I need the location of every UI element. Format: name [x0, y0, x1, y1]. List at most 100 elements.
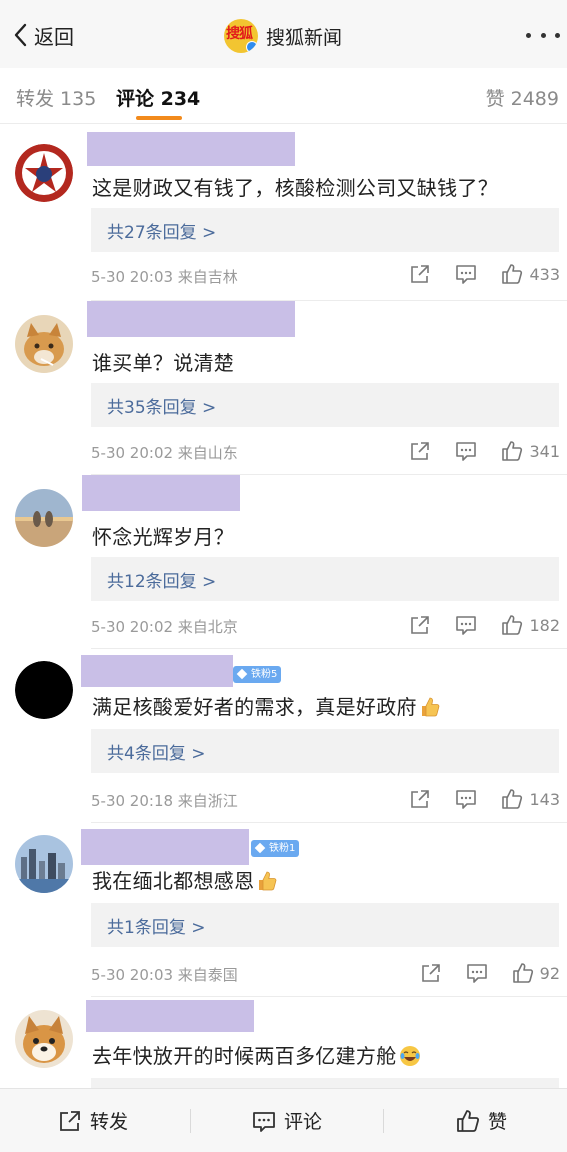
divider [91, 822, 567, 823]
comment-actions: 341 [409, 438, 560, 464]
comment-text: 去年快放开的时候两百多亿建方舱 [92, 1040, 421, 1069]
replies-link[interactable]: 共27条回复 > [91, 208, 559, 252]
comment-icon[interactable] [466, 962, 488, 984]
top-navbar: 返回 搜狐 搜狐新闻 [0, 0, 567, 68]
thumbs-up-icon [502, 615, 523, 635]
thumbs-up-icon [512, 963, 533, 983]
like-count: 182 [529, 615, 560, 635]
replies-link[interactable]: 共12条回复 > [91, 557, 559, 601]
share-icon[interactable] [409, 614, 431, 636]
like-button[interactable]: 143 [501, 788, 560, 810]
like-count: 143 [529, 789, 560, 809]
more-dots-icon[interactable] [526, 28, 560, 42]
like-button[interactable]: 433 [501, 263, 560, 285]
comment-text: 我在缅北都想感恩 [92, 865, 278, 894]
repost-button[interactable]: 转发 [58, 1107, 128, 1134]
repost-label: 转发 [90, 1111, 129, 1133]
username-redacted[interactable] [87, 301, 295, 337]
username-redacted[interactable] [81, 829, 249, 865]
replies-link[interactable]: 共35条回复 > [91, 383, 559, 427]
like-count: 92 [539, 963, 560, 983]
like-button[interactable]: 341 [501, 440, 560, 462]
comment-icon[interactable] [455, 440, 477, 462]
comment-icon[interactable] [455, 788, 477, 810]
divider [190, 1109, 191, 1133]
comment-text-content: 我在缅北都想感恩 [92, 869, 255, 893]
comment-actions: 143 [409, 786, 560, 812]
comment-text: 满足核酸爱好者的需求，真是好政府 [92, 691, 441, 720]
thumbs-up-icon [502, 789, 523, 809]
avatar[interactable] [15, 1010, 73, 1068]
username-redacted[interactable] [81, 655, 233, 687]
like-button[interactable]: 赞 [456, 1107, 507, 1134]
replies-label: 共1条回复 > [107, 918, 206, 938]
share-icon[interactable] [420, 962, 442, 984]
sohu-logo: 搜狐 [226, 26, 253, 42]
comment-text: 谁买单？说清楚 [92, 351, 235, 375]
replies-link-partial[interactable] [91, 1078, 559, 1088]
comment-actions: 433 [409, 261, 560, 287]
share-icon[interactable] [409, 788, 431, 810]
fan-badge: 铁粉5 [233, 666, 282, 683]
replies-label: 共27条回复 > [107, 223, 217, 243]
comment-meta: 5-30 20:03 来自吉林 [91, 268, 238, 286]
thumbs-up-emoji [421, 697, 440, 717]
divider [91, 996, 567, 997]
account-avatar: 搜狐 [224, 19, 258, 53]
divider [91, 648, 567, 649]
comment-icon[interactable] [455, 614, 477, 636]
tab-repost[interactable]: 转发 135 [16, 84, 96, 111]
diamond-icon [236, 668, 248, 680]
chevron-left-icon [14, 23, 27, 47]
like-count: 341 [529, 441, 560, 461]
comment-button[interactable]: 评论 [252, 1107, 322, 1134]
laugh-cry-emoji [399, 1046, 420, 1066]
avatar[interactable] [15, 315, 73, 373]
username-redacted[interactable] [86, 1000, 254, 1032]
like-count: 433 [529, 264, 560, 284]
post-tabs: 转发 135 评论 234 赞 2489 [0, 68, 567, 124]
share-icon[interactable] [409, 440, 431, 462]
account-name: 搜狐新闻 [266, 26, 343, 49]
avatar[interactable] [15, 661, 73, 719]
replies-link[interactable]: 共4条回复 > [91, 729, 559, 773]
comment-text-content: 去年快放开的时候两百多亿建方舱 [92, 1044, 397, 1068]
comment-meta: 5-30 20:02 来自北京 [91, 618, 238, 636]
replies-link[interactable]: 共1条回复 > [91, 903, 559, 947]
like-button[interactable]: 92 [512, 962, 560, 984]
bottom-action-bar: 转发 评论 赞 [0, 1088, 567, 1152]
comment-text: 这是财政又有钱了，核酸检测公司又缺钱了？ [92, 176, 498, 200]
comment-icon[interactable] [455, 263, 477, 285]
comment-icon [253, 1111, 275, 1132]
fan-badge: 铁粉1 [251, 840, 300, 857]
username-redacted[interactable] [82, 475, 240, 511]
avatar[interactable] [15, 835, 73, 893]
like-label: 赞 [488, 1111, 508, 1133]
comment-meta: 5-30 20:02 来自山东 [91, 444, 238, 462]
tab-comment[interactable]: 评论 234 [116, 84, 200, 111]
avatar[interactable] [15, 144, 73, 202]
comment-actions: 92 [420, 960, 560, 986]
share-icon[interactable] [409, 263, 431, 285]
back-button[interactable]: 返回 [10, 20, 74, 50]
comment-item: 去年快放开的时候两百多亿建方舱 [0, 1000, 567, 1088]
verified-icon [246, 41, 258, 53]
thumbs-up-emoji [259, 871, 277, 891]
avatar[interactable] [15, 489, 73, 547]
replies-label: 共4条回复 > [107, 744, 206, 764]
active-tab-indicator [136, 116, 182, 120]
username-redacted[interactable] [87, 132, 295, 166]
divider [383, 1109, 384, 1133]
thumbs-up-icon [502, 441, 523, 461]
tab-like[interactable]: 赞 2489 [486, 84, 559, 111]
comment-meta: 5-30 20:18 来自浙江 [91, 792, 238, 810]
thumbs-up-icon [457, 1109, 480, 1132]
account-header[interactable]: 搜狐 搜狐新闻 [224, 18, 342, 54]
replies-label: 共12条回复 > [107, 572, 217, 592]
like-button[interactable]: 182 [501, 614, 560, 636]
diamond-icon [254, 842, 266, 854]
comment-meta: 5-30 20:03 来自泰国 [91, 966, 238, 984]
comment-label: 评论 [284, 1111, 323, 1133]
replies-label: 共35条回复 > [107, 398, 217, 418]
back-label: 返回 [34, 24, 74, 49]
